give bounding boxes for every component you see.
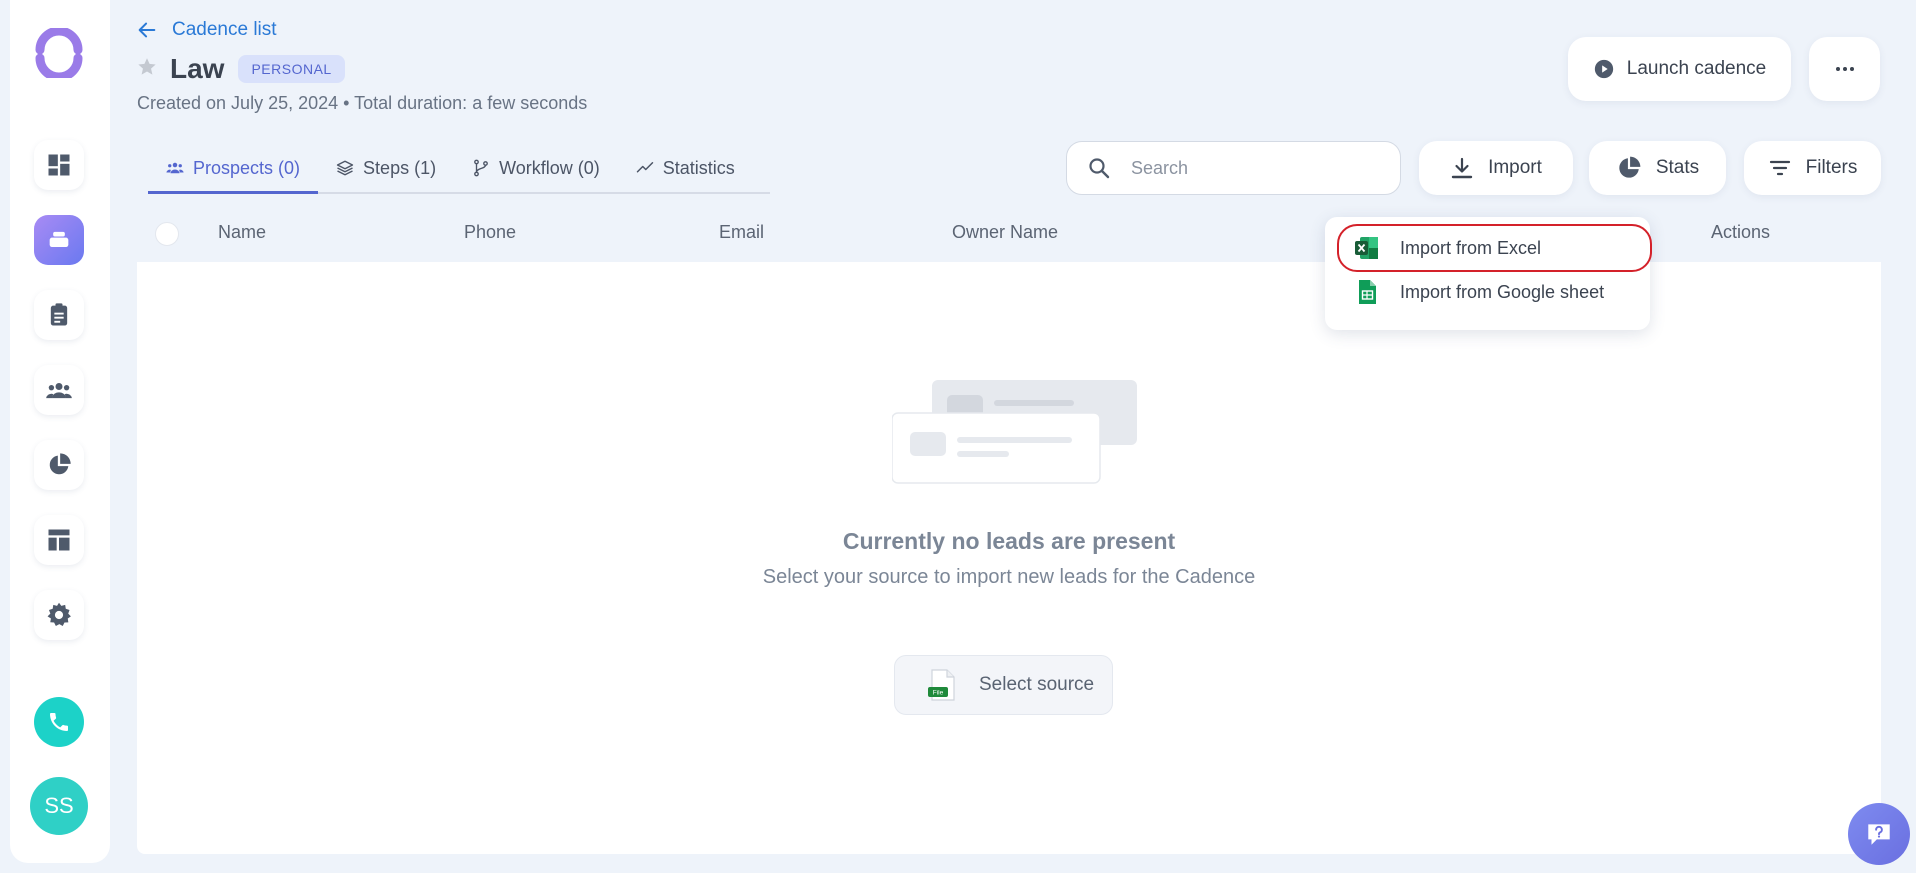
tab-statistics-label: Statistics — [662, 158, 735, 178]
favorite-star[interactable] — [136, 56, 158, 83]
nav-tasks[interactable] — [34, 290, 84, 340]
nav-reports[interactable] — [34, 440, 84, 490]
page-title: Law — [170, 53, 225, 84]
nav-templates[interactable] — [34, 515, 84, 565]
people-icon — [46, 383, 72, 399]
stats-label: Stats — [1655, 157, 1700, 178]
title-row: Law PERSONAL — [136, 53, 345, 85]
phone-icon — [50, 713, 68, 731]
column-header-name[interactable]: Name — [218, 222, 266, 243]
tab-workflow[interactable]: Workflow (0) — [454, 150, 618, 194]
empty-state-title: Currently no leads are present — [842, 528, 1176, 554]
select-all-checkbox[interactable] — [155, 222, 179, 246]
cadence-meta: Created on July 25, 2024 • Total duratio… — [137, 93, 588, 113]
column-header-owner-name[interactable]: Owner Name — [952, 222, 1058, 243]
google-sheets-icon — [1359, 280, 1376, 304]
search-box[interactable] — [1066, 141, 1401, 195]
cadence-icon — [49, 231, 69, 247]
nav-people[interactable] — [34, 365, 84, 415]
cadence-type-badge: PERSONAL — [238, 55, 345, 83]
nav-dashboard[interactable] — [34, 140, 84, 190]
import-dropdown-menu: Import from Excel Import from Google she… — [1325, 217, 1652, 330]
launch-cadence-label: Launch cadence — [1626, 58, 1767, 79]
file-icon: File — [928, 669, 955, 701]
pie-chart-icon — [1619, 156, 1641, 178]
trend-icon — [636, 162, 654, 173]
filters-label: Filters — [1805, 157, 1858, 178]
menu-item-import-excel-label: Import from Excel — [1400, 237, 1542, 258]
filters-button[interactable]: Filters — [1744, 141, 1881, 195]
select-source-button[interactable]: File Select source — [894, 655, 1113, 715]
layers-icon — [336, 160, 354, 176]
tab-steps-label: Steps (1) — [363, 158, 437, 178]
import-label: Import — [1488, 157, 1542, 178]
search-input[interactable] — [1131, 157, 1381, 179]
excel-icon — [1355, 237, 1378, 259]
star-icon — [138, 57, 156, 75]
dashboard-icon — [48, 154, 70, 176]
table-body: Currently no leads are present Select yo… — [137, 262, 1881, 854]
nav-cadences[interactable] — [34, 215, 84, 265]
branch-icon — [474, 159, 488, 177]
stats-button[interactable]: Stats — [1589, 141, 1726, 195]
menu-item-import-google-sheet-label: Import from Google sheet — [1400, 281, 1605, 302]
layout-icon — [48, 529, 70, 551]
chat-help-icon — [1868, 824, 1890, 845]
more-horizontal-icon — [1835, 67, 1854, 71]
pie-chart-icon — [49, 453, 71, 475]
sidebar: SS — [10, 0, 110, 863]
file-icon-text: File — [933, 690, 944, 697]
select-source-label: Select source — [979, 674, 1095, 695]
tab-bar: Prospects (0) Steps (1) Workflow (0) Sta… — [148, 150, 770, 194]
tab-prospects-label: Prospects (0) — [193, 158, 301, 178]
search-icon — [1089, 158, 1110, 179]
column-header-actions: Actions — [1711, 222, 1771, 242]
call-button[interactable] — [34, 697, 84, 747]
users-icon — [166, 162, 184, 174]
tab-prospects[interactable]: Prospects (0) — [148, 150, 319, 194]
empty-state-illustration — [892, 380, 1137, 484]
tab-steps[interactable]: Steps (1) — [318, 150, 454, 194]
nav-settings[interactable] — [34, 590, 84, 640]
launch-cadence-button[interactable]: Launch cadence — [1568, 37, 1791, 101]
menu-item-import-google-sheet[interactable]: Import from Google sheet — [1354, 277, 1604, 307]
user-avatar[interactable]: SS — [30, 777, 88, 835]
import-button[interactable]: Import — [1419, 141, 1573, 195]
back-to-cadence-list[interactable]: Cadence list — [136, 19, 277, 41]
logo-icon — [35, 26, 83, 82]
clipboard-icon — [50, 303, 68, 326]
column-header-phone[interactable]: Phone — [464, 222, 516, 243]
help-chat-button[interactable] — [1848, 803, 1910, 865]
gear-icon — [47, 602, 71, 626]
download-icon — [1451, 157, 1473, 179]
arrow-left-icon — [138, 22, 156, 38]
menu-item-import-excel[interactable]: Import from Excel — [1354, 233, 1541, 263]
tab-statistics[interactable]: Statistics — [618, 150, 753, 194]
filter-icon — [1769, 160, 1790, 176]
back-link-label: Cadence list — [172, 19, 277, 40]
app-logo[interactable] — [34, 26, 84, 82]
column-header-email[interactable]: Email — [719, 222, 764, 243]
tab-workflow-label: Workflow (0) — [499, 158, 600, 178]
play-circle-icon — [1594, 59, 1613, 79]
avatar-initials: SS — [44, 793, 74, 818]
more-options-button[interactable] — [1809, 37, 1880, 101]
empty-state-subtitle: Select your source to import new leads f… — [762, 566, 1256, 588]
